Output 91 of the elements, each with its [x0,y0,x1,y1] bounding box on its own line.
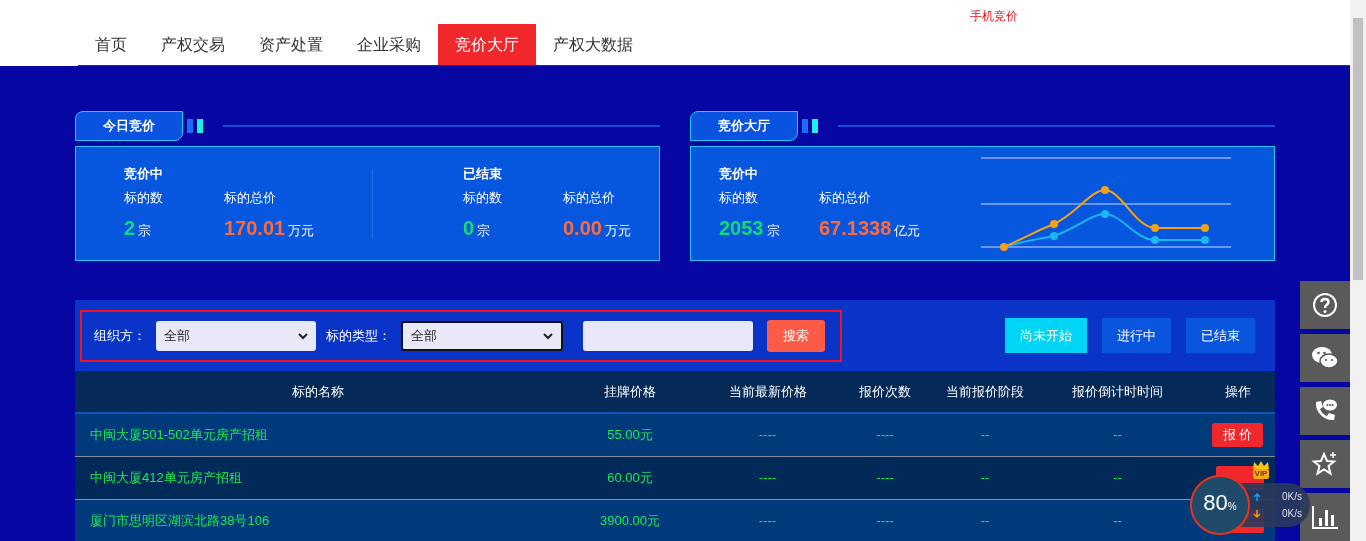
nav-tab[interactable]: 首页 [78,24,144,65]
gauge-unit: % [1227,501,1237,514]
column-header: 挂牌价格 [603,382,657,401]
nav-tab[interactable]: 产权交易 [144,24,242,65]
nav-tab[interactable]: 资产处置 [242,24,340,65]
bar-chart-icon [1311,504,1339,530]
table-cell-text: ---- [875,426,895,445]
table-cell-text: ---- [757,426,778,445]
table-cell-text: ---- [757,469,778,488]
chevron-down-icon [298,331,308,340]
speed-text: 0K/s [1282,507,1302,521]
star-plus-icon [1311,450,1339,478]
chart-point [1101,209,1109,218]
column-header: 操作 [1223,382,1252,401]
help-icon [1312,292,1338,318]
total-label: 标的总价 [563,188,616,207]
chevron-down-icon [543,331,553,340]
unit-text: 宗 [477,222,491,240]
count-value: 2053 [719,216,764,241]
field-label: 组织方： [94,326,146,345]
table-cell-text: -- [979,426,991,445]
speed-text: 0K/s [1282,490,1302,504]
column-header: 标的名称 [290,382,345,401]
gauge-value: 80 [1203,491,1228,515]
table-cell-text: ---- [757,512,778,531]
side-button[interactable] [1300,281,1350,329]
total-value: 170.01 [224,216,286,241]
nav-tab[interactable]: 竞价大厅 [438,24,536,65]
unit-text: 万元 [604,222,631,240]
count-label: 标的数 [124,188,164,207]
total-label: 标的总价 [224,188,277,207]
dropdown-field[interactable]: 全部 [156,320,316,351]
status-tab[interactable]: 进行中 [1102,318,1171,353]
table-cell-text: -- [1112,469,1123,488]
vip-badge-overlay: VIP [1249,461,1273,483]
unit-text: 宗 [138,222,152,240]
count-label: 标的数 [719,188,759,207]
count-value: 0 [463,216,475,241]
chart-point [1151,223,1159,232]
unit-text: 宗 [766,222,780,240]
scrollbar-thumb[interactable] [1353,18,1363,280]
count-label: 标的数 [463,188,503,207]
table-cell-text: -- [979,469,991,488]
download-arrow-icon [1253,508,1261,519]
upload-arrow-icon [1253,491,1261,502]
panel-title: 今日竞价 [75,111,183,141]
chart-point [1000,242,1008,251]
table-cell-text: 55.00元 [606,426,654,445]
nav-tab[interactable]: 产权大数据 [536,24,650,65]
total-label: 标的总价 [819,188,872,207]
table-cell-text: 厦门市思明区湖滨北路38号106 [89,512,271,531]
chart-point [1201,223,1209,232]
panel-title: 竞价大厅 [690,111,798,141]
status-tab[interactable]: 已结束 [1186,318,1255,353]
table-cell-text: ---- [875,512,895,531]
table-cell-text: 中闽大厦412单元房产招租 [89,469,243,488]
group-heading: 竞价中 [719,165,759,183]
side-button[interactable] [1300,440,1350,488]
group-heading: 竞价中 [124,165,164,183]
chart-point [1201,235,1209,244]
table-cell-text: 中闽大厦501-502单元房产招租 [89,426,269,445]
bid-button[interactable]: 报 价 [1211,423,1264,447]
count-value: 2 [124,216,136,241]
table-cell-text: 60.00元 [606,469,654,488]
total-value: 0.00 [563,216,602,241]
nav-tab[interactable]: 企业采购 [340,24,438,65]
mobile-bidding-link[interactable]: 手机竞价 [970,7,1018,25]
total-value: 67.1338 [819,216,892,241]
side-button[interactable] [1300,493,1350,541]
chat-bubbles-icon [1311,346,1339,370]
group-heading: 已结束 [463,165,503,183]
column-header: 当前最新价格 [727,382,808,401]
table-cell-text: -- [979,512,991,531]
search-field[interactable] [583,320,753,351]
field-label: 标的类型： [326,326,391,345]
dropdown-field[interactable]: 全部 [401,320,563,351]
table-cell-text: -- [1112,426,1123,445]
column-header: 当前报价阶段 [945,382,1025,401]
side-button[interactable] [1300,334,1350,382]
column-header: 报价倒计时时间 [1071,382,1164,401]
column-header: 报价次数 [858,382,912,401]
table-cell-text: -- [1112,512,1123,531]
unit-text: 万元 [288,222,315,240]
table-cell-text: 3900.00元 [599,512,661,531]
chart-point [1151,235,1159,244]
chart-point [1101,185,1109,194]
table-cell-text: ---- [875,469,895,488]
side-button[interactable] [1300,387,1350,435]
chart-point [1050,219,1058,228]
unit-text: 亿元 [894,222,921,240]
chart-point [1050,231,1058,240]
